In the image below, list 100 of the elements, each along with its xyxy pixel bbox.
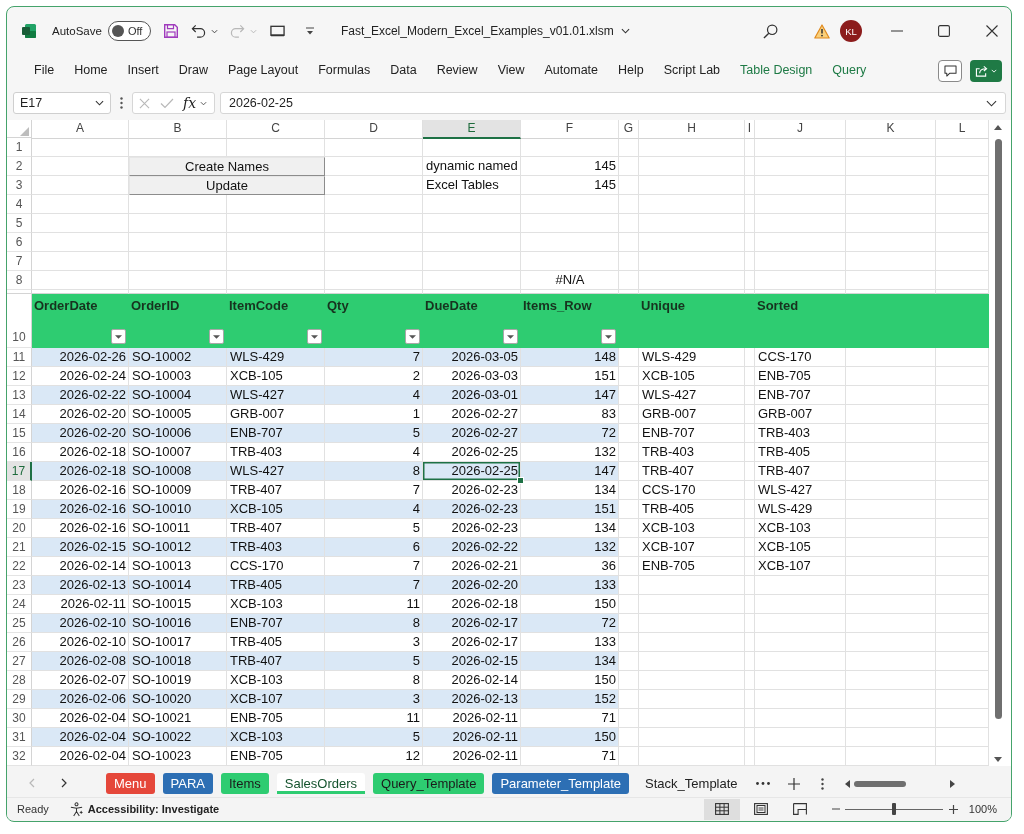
chevron-right-icon[interactable] <box>61 778 67 788</box>
ribbon-tab[interactable]: Insert <box>117 58 169 83</box>
table-cell: 5 <box>325 652 423 671</box>
table-cell: 2026-02-20 <box>32 424 129 443</box>
filter-button[interactable] <box>503 329 518 344</box>
sheet-tab[interactable]: Parameter_Template <box>492 773 630 794</box>
ribbon-tab[interactable]: File <box>24 58 65 83</box>
function-button[interactable]: fx <box>183 95 197 111</box>
dropdown-icon[interactable] <box>304 27 315 35</box>
undo-icon[interactable] <box>190 23 206 39</box>
column-header[interactable]: G <box>619 120 639 139</box>
column-header[interactable]: F <box>521 120 619 139</box>
maximize-icon[interactable] <box>938 25 950 37</box>
zoom-slider-thumb[interactable] <box>891 803 896 815</box>
window-icon[interactable] <box>269 25 285 37</box>
autosave-toggle[interactable]: Off <box>107 21 151 41</box>
column-header[interactable]: B <box>129 120 227 139</box>
filter-button[interactable] <box>405 329 420 344</box>
filter-button[interactable] <box>209 329 224 344</box>
share-button[interactable] <box>970 59 1002 82</box>
more-icon[interactable] <box>755 782 770 785</box>
column-header[interactable]: J <box>755 120 846 139</box>
fill-handle[interactable] <box>517 477 524 484</box>
table-cell: 7 <box>325 576 423 595</box>
ribbon-tab[interactable]: Page Layout <box>217 58 309 83</box>
ribbon-tab[interactable]: Automate <box>534 58 609 83</box>
ribbon-tab[interactable]: Home <box>64 58 118 83</box>
table-cell: 2026-02-04 <box>32 728 129 747</box>
scroll-left-icon[interactable] <box>844 780 850 788</box>
ribbon-tab[interactable]: Draw <box>168 58 218 83</box>
column-header[interactable]: A <box>32 120 129 139</box>
name-box[interactable]: E17 <box>13 92 111 114</box>
table-cell: 2026-02-27 <box>423 424 521 443</box>
column-header[interactable]: D <box>325 120 423 139</box>
ribbon-tab[interactable]: Data <box>380 58 427 83</box>
column-header[interactable]: E <box>423 120 521 139</box>
ribbon-tab[interactable]: Formulas <box>308 58 381 83</box>
column-heading: Qty <box>327 298 349 313</box>
file-name[interactable]: Fast_Excel_Modern_Excel_Examples_v01.01.xlsm <box>340 24 614 38</box>
ribbon-tab[interactable]: Review <box>426 58 488 83</box>
accessibility-icon[interactable] <box>68 801 84 817</box>
zoom-in-icon[interactable] <box>948 804 958 814</box>
zoom-level[interactable]: 100% <box>968 803 997 815</box>
table-cell: 5 <box>325 728 423 747</box>
caret-down-icon[interactable] <box>620 28 630 34</box>
scroll-up-icon[interactable] <box>994 125 1002 130</box>
ribbon-tab[interactable]: Table Design <box>730 58 823 83</box>
table-cell: 2026-02-22 <box>423 538 521 557</box>
filter-button[interactable] <box>601 329 616 344</box>
table-cell: ENB-707 <box>227 614 325 633</box>
vertical-dots-icon[interactable] <box>120 97 123 109</box>
table-cell: SO-10018 <box>129 652 227 671</box>
scroll-right-icon[interactable] <box>949 780 955 788</box>
share-icon <box>975 64 988 77</box>
ribbon-tab[interactable]: Help <box>608 58 654 83</box>
table-cell: 6 <box>325 538 423 557</box>
formula-input[interactable]: 2026-02-25 <box>220 92 1006 114</box>
table-cell: 2026-02-17 <box>423 614 521 633</box>
vertical-dots-icon[interactable] <box>820 778 824 790</box>
column-header[interactable]: I <box>745 120 755 139</box>
table-cell: SO-10002 <box>129 348 227 367</box>
filter-button[interactable] <box>307 329 322 344</box>
caret-down-icon <box>95 100 104 106</box>
row-header[interactable]: 17 <box>7 462 32 481</box>
sheet-tab[interactable]: PARA <box>162 773 213 794</box>
column-header[interactable]: H <box>639 120 745 139</box>
plus-icon[interactable] <box>787 778 800 790</box>
sheet-tab[interactable]: Query_Template <box>373 773 485 794</box>
macro-button[interactable]: Create Names <box>129 157 325 176</box>
user-avatar[interactable]: KL <box>840 20 862 42</box>
column-header[interactable]: C <box>227 120 325 139</box>
accessibility-status[interactable]: Accessibility: Investigate <box>87 803 220 815</box>
status-text: Ready <box>17 803 49 815</box>
filter-button[interactable] <box>111 329 126 344</box>
scrollbar-thumb[interactable] <box>994 139 1002 719</box>
normal-view-button[interactable] <box>703 798 740 820</box>
column-header[interactable]: L <box>936 120 989 139</box>
ribbon-tab[interactable]: Query <box>822 58 877 83</box>
close-icon[interactable] <box>986 25 998 37</box>
caret-down-icon <box>213 334 220 339</box>
scroll-down-icon[interactable] <box>994 757 1002 762</box>
worksheet-grid[interactable] <box>7 120 989 766</box>
table-cell: 152 <box>521 690 619 709</box>
sheet-tab[interactable]: SalesOrders <box>276 773 365 794</box>
column-heading: OrderDate <box>34 298 98 313</box>
toggle-knob <box>111 25 124 37</box>
comments-button[interactable] <box>938 59 962 82</box>
ribbon-tab[interactable]: View <box>487 58 535 83</box>
warning-icon[interactable] <box>814 23 830 39</box>
caret-down-icon <box>115 334 122 339</box>
search-icon[interactable] <box>763 23 778 39</box>
caret-down-icon[interactable] <box>210 28 218 34</box>
ribbon-tab[interactable]: Script Lab <box>653 58 731 83</box>
sheet-tab[interactable]: Menu <box>106 773 155 794</box>
macro-button[interactable]: Update <box>129 176 325 195</box>
sheet-tab[interactable]: Items <box>220 773 269 794</box>
scrollbar-thumb[interactable] <box>853 781 906 787</box>
sheet-tab[interactable]: Stack_Template <box>637 773 746 794</box>
column-header[interactable]: K <box>846 120 936 139</box>
save-icon[interactable] <box>162 23 179 39</box>
